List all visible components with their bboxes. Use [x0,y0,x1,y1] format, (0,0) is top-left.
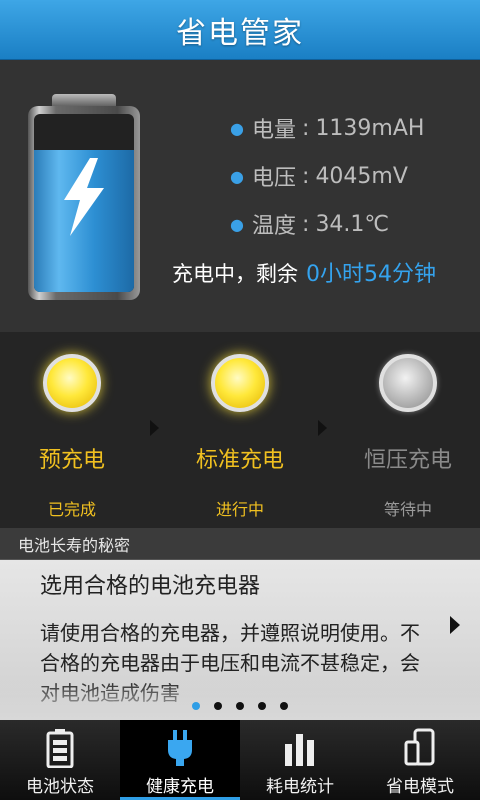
page-dot[interactable] [258,702,266,710]
battery-inner [34,114,134,292]
bar-chart-icon [280,728,320,768]
battery-icon [28,94,140,300]
nav-label: 电池状态 [26,777,94,797]
stage-status: 已完成 [47,500,96,519]
stage-status: 等待中 [383,500,432,519]
bottom-nav: 电池状态 健康充电 耗电统计 省电模式 [0,720,480,800]
nav-power-stats[interactable]: 耗电统计 [240,720,360,800]
stat-label: 电量 [252,118,297,143]
stat-label: 电压 [252,166,297,191]
stage-status: 进行中 [215,500,264,519]
page-dot[interactable] [280,702,288,710]
stat-value: 34.1℃ [315,211,390,237]
nav-battery-status[interactable]: 电池状态 [0,720,120,800]
stat-separator: : [302,211,310,237]
tip-fade-overlay [0,680,480,720]
bullet-icon: ● [230,214,244,234]
nav-label: 耗电统计 [266,777,334,797]
stage-standard: 标准充电 进行中 [170,354,310,520]
battery-status-icon [40,728,80,768]
stat-value: 4045mV [315,163,408,189]
battery-body [28,106,140,300]
arrow-right-icon [150,420,159,436]
stage-lamp-icon [211,354,269,412]
app-title: 省电管家 [176,15,304,51]
stage-name: 恒压充电 [363,448,452,473]
nav-label: 省电模式 [386,777,454,797]
tips-carousel[interactable]: 选用合格的电池充电器 请使用合格的充电器，并遵照说明使用。不合格的充电器由于电压… [0,560,480,720]
stage-name: 标准充电 [195,448,284,473]
tips-header: 电池长寿的秘密 [0,528,480,560]
bullet-icon: ● [230,166,244,186]
stage-precharge: 预充电 已完成 [2,354,142,520]
page-dot[interactable] [192,702,200,710]
stat-separator: : [302,163,310,189]
lightning-bolt-icon [64,158,104,236]
page-dot[interactable] [214,702,222,710]
tip-title: 选用合格的电池充电器 [40,574,261,599]
stat-temperature: ● 温度 : 34.1℃ [230,200,424,248]
nav-power-saving-mode[interactable]: 省电模式 [360,720,480,800]
page-indicator [0,702,480,710]
charging-text: 充电中，剩余 [172,262,298,286]
app-header: 省电管家 [0,0,480,60]
stat-value: 1139mAH [315,115,425,141]
charging-stages: 预充电 已完成 标准充电 进行中 恒压充电 等待中 [0,332,480,528]
page-dot[interactable] [236,702,244,710]
arrow-right-icon [318,420,327,436]
nav-healthy-charge[interactable]: 健康充电 [120,720,240,800]
phone-icon [400,728,440,768]
plug-icon [160,728,200,768]
battery-stats: ● 电量 : 1139mAH ● 电压 : 4045mV ● 温度 : 34.1… [230,104,424,248]
stage-lamp-icon [379,354,437,412]
stat-voltage: ● 电压 : 4045mV [230,152,424,200]
bullet-icon: ● [230,118,244,138]
stage-lamp-icon [43,354,101,412]
nav-label: 健康充电 [146,777,214,797]
stat-separator: : [302,115,310,141]
battery-info-panel: ● 电量 : 1139mAH ● 电压 : 4045mV ● 温度 : 34.1… [0,60,480,332]
stage-constant-voltage: 恒压充电 等待中 [338,354,478,520]
stage-name: 预充电 [38,448,105,473]
stat-label: 温度 [252,214,297,239]
tips-header-label: 电池长寿的秘密 [18,535,131,555]
next-tip-arrow-icon[interactable] [450,616,460,634]
stat-capacity: ● 电量 : 1139mAH [230,104,424,152]
charging-status: 充电中，剩余 0小时54分钟 [172,256,436,288]
remaining-time: 0小时54分钟 [306,262,436,287]
